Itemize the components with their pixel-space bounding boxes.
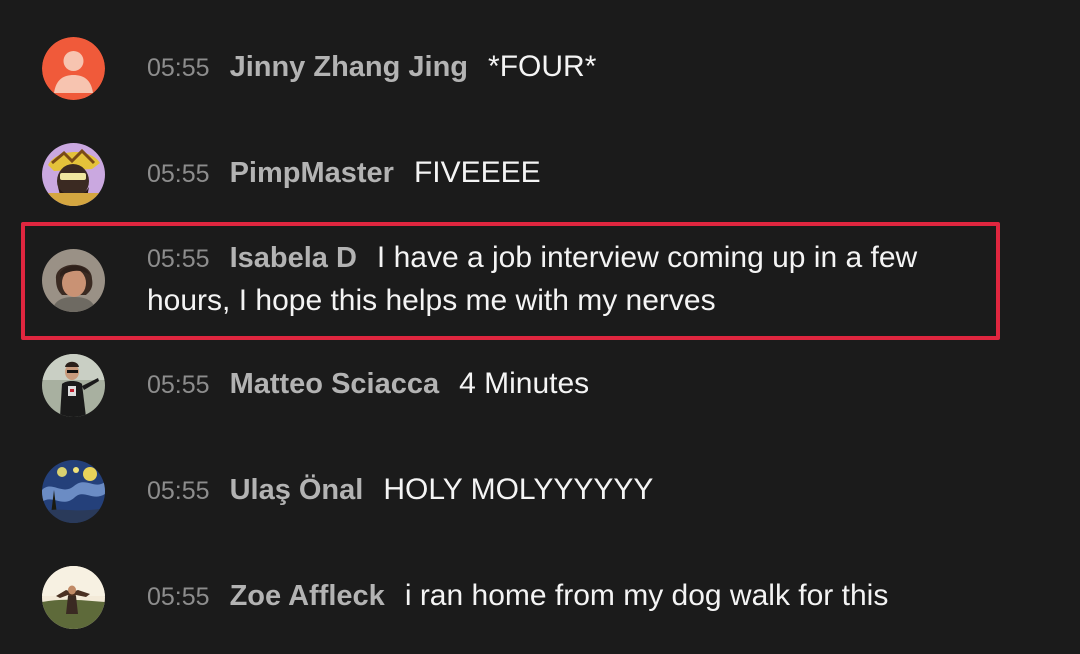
photo-avatar[interactable] (42, 566, 105, 629)
message-text: HOLY MOLYYYYYY (383, 473, 654, 506)
message-timestamp: 05:55 (147, 371, 210, 399)
photo-avatar[interactable] (42, 354, 105, 417)
default-user-icon[interactable] (42, 37, 105, 100)
message-author[interactable]: Isabela D (230, 242, 357, 274)
chat-message-list: 05:55 Jinny Zhang Jing *FOUR* 05:55 PimpMas… (0, 0, 1080, 654)
message-timestamp: 05:55 (147, 54, 210, 82)
message-author[interactable]: Zoe Affleck (230, 580, 385, 612)
message-timestamp: 05:55 (147, 583, 210, 611)
message-author[interactable]: Jinny Zhang Jing (230, 51, 468, 83)
message-text: FIVEEEE (413, 156, 541, 189)
message-timestamp: 05:55 (147, 245, 210, 273)
message-text: i ran home from my dog walk for this (404, 579, 889, 612)
message-line: 05:55 PimpMaster FIVEEEE (147, 152, 1020, 195)
message-text: 4 Minutes (459, 367, 590, 400)
message-author[interactable]: Ulaş Önal (230, 474, 364, 506)
message-timestamp: 05:55 (147, 160, 210, 188)
message-timestamp: 05:55 (147, 477, 210, 505)
message-line: 05:55 Isabela DI have a job interview com… (147, 237, 980, 322)
message-line: 05:55 Jinny Zhang Jing *FOUR* (147, 46, 1020, 89)
message-text: *FOUR* (488, 50, 597, 83)
message-line: 05:55 Ulaş Önal HOLY MOLYYYYYY (147, 469, 1020, 512)
message-author[interactable]: Matteo Sciacca (230, 368, 440, 400)
message-author[interactable]: PimpMaster (230, 157, 394, 189)
message-line: 05:55 Zoe Affleck i ran home from my dog w… (147, 575, 1020, 618)
cartoon-avatar[interactable] (42, 143, 105, 206)
photo-avatar[interactable] (42, 249, 105, 312)
message-line: 05:55 Matteo Sciacca 4 Minutes (147, 363, 1020, 406)
starry-night-avatar[interactable] (42, 460, 105, 523)
